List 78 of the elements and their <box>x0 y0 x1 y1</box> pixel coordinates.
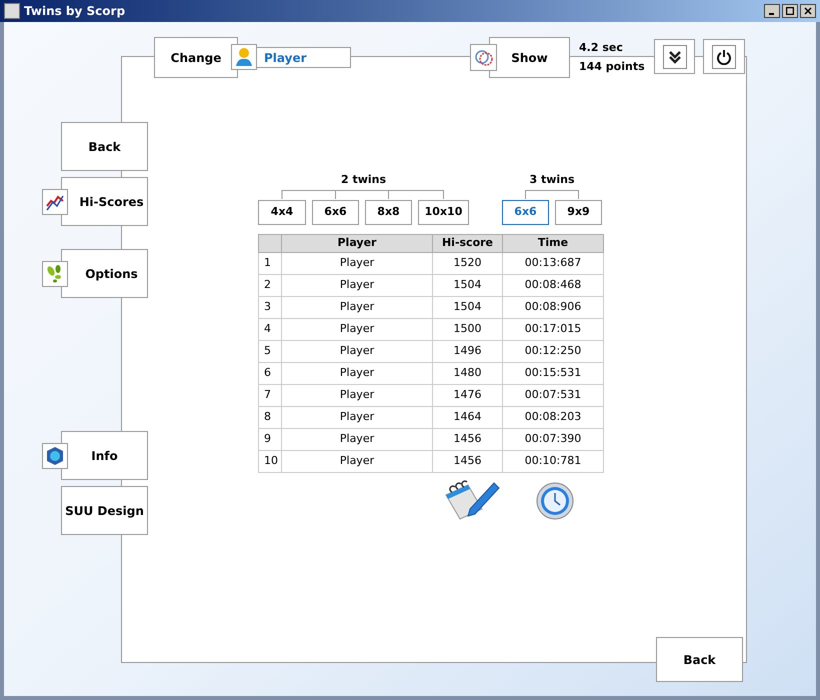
table-cell: 00:12:250 <box>502 340 604 362</box>
info-button[interactable]: Info <box>61 431 148 480</box>
table-cell: 00:10:781 <box>502 450 604 472</box>
table-cell: 1520 <box>432 252 502 274</box>
table-cell: Player <box>282 450 432 472</box>
table-cell: 00:08:906 <box>502 296 604 318</box>
table-cell: 00:07:531 <box>502 384 604 406</box>
column-header: Player <box>282 234 432 252</box>
table-cell: Player <box>282 428 432 450</box>
power-icon <box>712 44 736 68</box>
back-button[interactable]: Back <box>656 637 743 682</box>
table-cell: 1500 <box>432 318 502 340</box>
table-cell: Player <box>282 252 432 274</box>
table-cell: Player <box>282 362 432 384</box>
table-cell: 1 <box>258 252 282 274</box>
table-cell: 7 <box>258 384 282 406</box>
table-cell: Player <box>282 406 432 428</box>
table-cell: Player <box>282 384 432 406</box>
table-cell: Player <box>282 296 432 318</box>
close-icon <box>804 7 812 15</box>
table-cell: 1476 <box>432 384 502 406</box>
chart-lines-icon[interactable] <box>42 189 68 215</box>
options-button[interactable]: Options <box>61 249 148 298</box>
user-icon[interactable] <box>231 44 257 70</box>
table-cell: 6 <box>258 362 282 384</box>
table-cell: Player <box>282 274 432 296</box>
table-cell: 9 <box>258 428 282 450</box>
table-cell: 1504 <box>432 296 502 318</box>
double-chevron-icon <box>662 44 686 68</box>
show-button[interactable]: Show <box>489 37 570 78</box>
table-cell: Player <box>282 340 432 362</box>
table-cell: 00:17:015 <box>502 318 604 340</box>
change-button[interactable]: Change <box>154 37 238 78</box>
table-cell: 1464 <box>432 406 502 428</box>
board-size-button[interactable]: 4x4 <box>258 200 306 225</box>
group-label: 2 twins <box>340 173 386 187</box>
table-cell: 1456 <box>432 428 502 450</box>
table-cell: 1480 <box>432 362 502 384</box>
maximize-button[interactable] <box>782 4 798 18</box>
table-cell: 1456 <box>432 450 502 472</box>
table-cell: 00:13:687 <box>502 252 604 274</box>
player-name-field[interactable]: Player <box>256 47 351 68</box>
rings-icon[interactable] <box>470 44 497 71</box>
points-text: 144 points <box>579 59 645 75</box>
table-cell: 00:07:390 <box>502 428 604 450</box>
collapse-button[interactable] <box>654 39 695 74</box>
power-button[interactable] <box>703 39 745 74</box>
table-cell: 4 <box>258 318 282 340</box>
suu-design-button[interactable]: SUU Design <box>61 486 148 535</box>
time-text: 4.2 sec <box>579 40 623 56</box>
leaves-icon[interactable] <box>42 261 68 287</box>
minimize-button[interactable] <box>764 4 780 18</box>
board-size-button[interactable]: 10x10 <box>418 200 469 225</box>
table-cell: Player <box>282 318 432 340</box>
table-cell: 00:08:468 <box>502 274 604 296</box>
table-cell: 1504 <box>432 274 502 296</box>
table-cell: 1496 <box>432 340 502 362</box>
board-size-button[interactable]: 6x6 <box>312 200 359 225</box>
window-title: Twins by Scorp <box>24 3 126 20</box>
app-icon <box>4 3 20 19</box>
column-header <box>258 234 282 252</box>
maximize-icon <box>786 7 794 15</box>
board-size-button[interactable]: 6x6 <box>502 200 549 225</box>
board-size-button[interactable]: 8x8 <box>365 200 412 225</box>
back-button[interactable]: Back <box>61 122 148 171</box>
table-cell: 5 <box>258 340 282 362</box>
table-cell: 2 <box>258 274 282 296</box>
table-cell: 00:08:203 <box>502 406 604 428</box>
table-cell: 8 <box>258 406 282 428</box>
table-cell: 00:15:531 <box>502 362 604 384</box>
hi-scores-button[interactable]: Hi-Scores <box>61 177 148 226</box>
table-cell: 10 <box>258 450 282 472</box>
column-header: Time <box>502 234 604 252</box>
board-size-button[interactable]: 9x9 <box>555 200 602 225</box>
group-label: 3 twins <box>529 173 575 187</box>
column-header: Hi-score <box>432 234 502 252</box>
close-button[interactable] <box>800 4 816 18</box>
table-cell: 3 <box>258 296 282 318</box>
